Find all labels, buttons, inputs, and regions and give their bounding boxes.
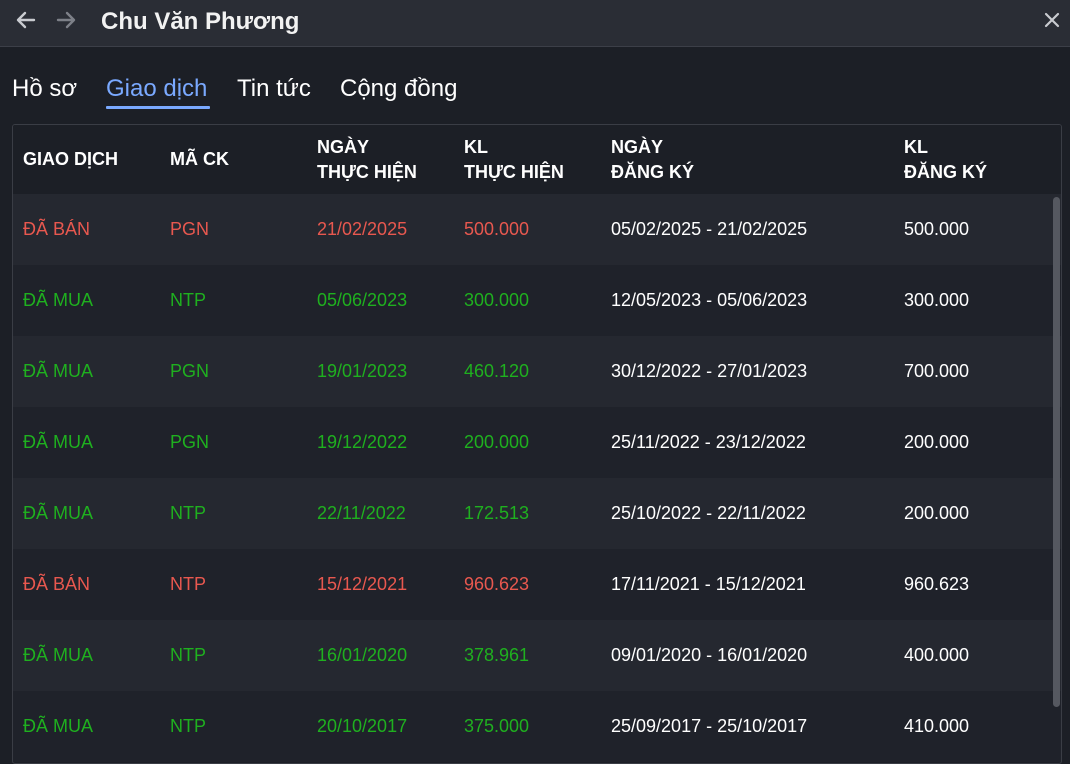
cell-executed-date: 16/01/2020 <box>317 645 408 665</box>
cell-registered-volume: 200.000 <box>904 503 970 523</box>
cell-registered-volume: 960.623 <box>904 574 970 594</box>
cell-registered-volume: 700.000 <box>904 361 970 381</box>
cell-ticker: PGN <box>170 219 210 239</box>
cell-ticker: NTP <box>170 290 206 310</box>
cell-ticker: NTP <box>170 716 206 736</box>
cell-transaction-type: ĐÃ MUA <box>23 361 94 381</box>
cell-transaction-type: ĐÃ MUA <box>23 290 94 310</box>
cell-executed-volume: 172.513 <box>464 503 530 523</box>
header-ma-ck: MÃ CK <box>170 149 229 169</box>
tab-cong-dong[interactable]: Cộng đồng <box>340 74 457 104</box>
cell-executed-volume: 460.120 <box>464 361 530 381</box>
table-row[interactable]: ĐÃ BÁN NTP 15/12/2021 960.623 17/11/2021 - 1… <box>13 549 1061 620</box>
cell-registered-period: 17/11/2021 - 15/12/2021 <box>611 574 806 594</box>
cell-registered-period: 12/05/2023 - 05/06/2023 <box>611 290 808 310</box>
cell-ticker: PGN <box>170 361 210 381</box>
cell-transaction-type: ĐÃ MUA <box>23 645 94 665</box>
header-kl-thuc-hien: KL THỰC HIỆN <box>464 137 564 182</box>
cell-executed-volume: 375.000 <box>464 716 530 736</box>
cell-executed-date: 05/06/2023 <box>317 290 408 310</box>
cell-executed-date: 22/11/2022 <box>317 503 406 523</box>
window-title: Chu Văn Phương <box>101 8 300 35</box>
cell-transaction-type: ĐÃ MUA <box>23 432 94 452</box>
cell-registered-period: 25/11/2022 - 23/12/2022 <box>611 432 806 452</box>
tab-ho-so[interactable]: Hồ sơ <box>12 74 77 104</box>
tab-giao-dich[interactable]: Giao dịch <box>106 74 207 104</box>
cell-executed-date: 19/12/2022 <box>317 432 408 452</box>
table-row[interactable]: ĐÃ MUA PGN 19/12/2022 200.000 25/11/2022 - 2… <box>13 407 1061 478</box>
cell-transaction-type: ĐÃ MUA <box>23 716 94 736</box>
cell-executed-volume: 500.000 <box>464 219 530 239</box>
cell-ticker: NTP <box>170 645 206 665</box>
cell-transaction-type: ĐÃ MUA <box>23 503 94 523</box>
header-ngay-dang-ky: NGÀY ĐĂNG KÝ <box>611 137 695 182</box>
cell-registered-period: 30/12/2022 - 27/01/2023 <box>611 361 808 381</box>
table-row[interactable]: ĐÃ MUA NTP 16/01/2020 378.961 09/01/2020 - 1… <box>13 620 1061 691</box>
cell-ticker: PGN <box>170 432 210 452</box>
table-row[interactable]: ĐÃ BÁN PGN 21/02/2025 500.000 05/02/2025 - 2… <box>13 194 1061 265</box>
cell-transaction-type: ĐÃ BÁN <box>23 574 91 594</box>
cell-ticker: NTP <box>170 574 206 594</box>
cell-registered-volume: 410.000 <box>904 716 970 736</box>
tab-tin-tuc[interactable]: Tin tức <box>237 74 311 104</box>
table-row[interactable]: ĐÃ MUA PGN 19/01/2023 460.120 30/12/2022 - 2… <box>13 336 1061 407</box>
cell-executed-volume: 960.623 <box>464 574 530 594</box>
table-header: GIAO DỊCH MÃ CK NGÀY THỰC HIỆN KL THỰC H… <box>13 125 1061 194</box>
cell-ticker: NTP <box>170 503 206 523</box>
cell-executed-date: 15/12/2021 <box>317 574 408 594</box>
table-row[interactable]: ĐÃ MUA NTP 22/11/2022 172.513 25/10/2022 - 2… <box>13 478 1061 549</box>
header-ngay-thuc-hien: NGÀY THỰC HIỆN <box>317 137 417 182</box>
header-giao-dich: GIAO DỊCH <box>23 149 119 169</box>
cell-registered-period: 05/02/2025 - 21/02/2025 <box>611 219 808 239</box>
cell-executed-date: 21/02/2025 <box>317 219 408 239</box>
arrow-left-icon[interactable] <box>12 6 40 34</box>
active-tab-indicator <box>106 106 210 109</box>
cell-executed-volume: 200.000 <box>464 432 530 452</box>
close-icon[interactable] <box>1040 8 1064 32</box>
cell-registered-volume: 500.000 <box>904 219 970 239</box>
cell-registered-period: 09/01/2020 - 16/01/2020 <box>611 645 808 665</box>
table-row[interactable]: ĐÃ MUA NTP 05/06/2023 300.000 12/05/2023 - 0… <box>13 265 1061 336</box>
table-row[interactable]: ĐÃ MUA NTP 20/10/2017 375.000 25/09/2017 - 2… <box>13 691 1061 762</box>
transactions-table: GIAO DỊCH MÃ CK NGÀY THỰC HIỆN KL THỰC H… <box>12 124 1062 764</box>
cell-executed-volume: 300.000 <box>464 290 530 310</box>
vertical-scrollbar[interactable] <box>1053 197 1060 707</box>
cell-registered-volume: 400.000 <box>904 645 970 665</box>
header-kl-dang-ky: KL ĐĂNG KÝ <box>904 137 988 182</box>
cell-registered-period: 25/10/2022 - 22/11/2022 <box>611 503 806 523</box>
cell-executed-volume: 378.961 <box>464 645 530 665</box>
cell-executed-date: 19/01/2023 <box>317 361 408 381</box>
cell-registered-period: 25/09/2017 - 25/10/2017 <box>611 716 808 736</box>
cell-registered-volume: 200.000 <box>904 432 970 452</box>
cell-transaction-type: ĐÃ BÁN <box>23 219 91 239</box>
cell-registered-volume: 300.000 <box>904 290 970 310</box>
title-bar: Chu Văn Phương <box>0 0 1070 47</box>
cell-executed-date: 20/10/2017 <box>317 716 408 736</box>
arrow-right-icon[interactable] <box>52 6 80 34</box>
